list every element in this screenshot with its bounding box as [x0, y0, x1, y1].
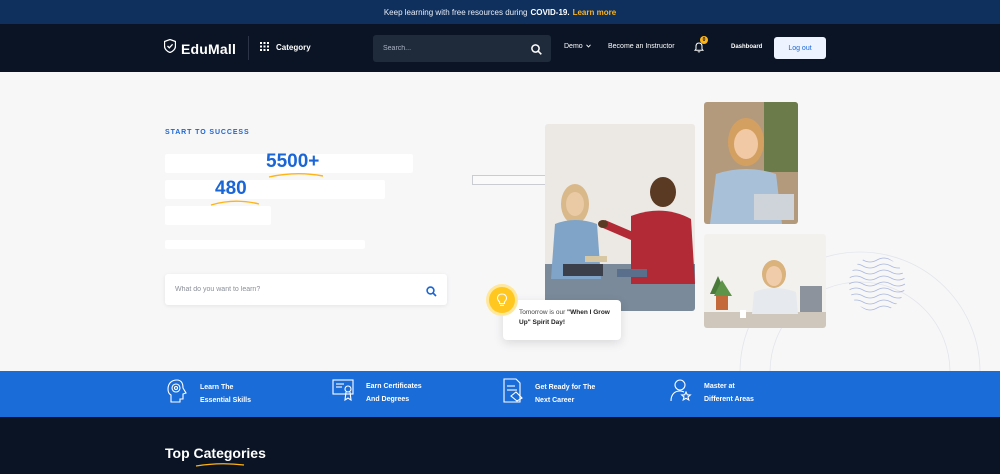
- brain-icon: [166, 378, 188, 409]
- hero-heading-line: [165, 206, 271, 225]
- institutions-stat: 480: [215, 178, 247, 199]
- feature-item: Master at Different Areas: [670, 378, 754, 407]
- become-instructor-link[interactable]: Become an Instructor: [608, 43, 675, 50]
- search-icon[interactable]: [531, 42, 542, 60]
- broken-image: [472, 175, 546, 185]
- header-divider: [248, 36, 249, 60]
- dashboard-link[interactable]: Dashboard: [731, 44, 762, 50]
- wave-pattern-decoration: [849, 257, 905, 311]
- announcement-text: Keep learning with free resources during: [383, 7, 528, 17]
- search-icon[interactable]: [426, 284, 437, 302]
- learn-more-link[interactable]: Learn more: [573, 8, 617, 17]
- certificate-icon: [332, 378, 354, 407]
- hero-heading-line: [165, 180, 385, 199]
- grid-icon: [260, 42, 269, 53]
- feature-item: Learn The Essential Skills: [166, 378, 251, 409]
- students-talking-photo: [545, 124, 695, 311]
- feature-line: Get Ready for The: [535, 383, 596, 391]
- demo-menu[interactable]: Demo: [564, 43, 591, 50]
- feature-line: Master at: [704, 382, 735, 390]
- courses-stat: 5500+: [266, 151, 320, 172]
- bubble-text: Tomorrow is our: [519, 309, 566, 316]
- hero-subtitle: [165, 240, 365, 249]
- feature-line: And Degrees: [366, 395, 410, 403]
- feature-line: Earn Certificates: [366, 382, 422, 390]
- feature-line: Different Areas: [704, 395, 754, 403]
- feature-line: Learn The: [200, 383, 234, 391]
- announcement-bubble: Tomorrow is our "When I Grow Up" Spirit …: [503, 300, 621, 340]
- shield-logo-icon: [163, 38, 177, 58]
- logo[interactable]: EduMall: [163, 38, 237, 58]
- demo-label: Demo: [564, 43, 583, 50]
- lightbulb-icon: [489, 287, 515, 313]
- underline-swoosh: [268, 173, 324, 178]
- feature-item: Get Ready for The Next Career: [501, 378, 595, 409]
- announcement-highlight: COVID-19.: [530, 7, 570, 17]
- category-label: Category: [276, 43, 311, 52]
- woman-studying-photo: [704, 234, 826, 328]
- career-icon: [501, 378, 523, 409]
- underline-swoosh: [195, 463, 245, 467]
- category-menu[interactable]: Category: [260, 42, 311, 53]
- feature-line: Next Career: [535, 396, 575, 404]
- master-icon: [670, 378, 692, 407]
- woman-laptop-photo: [704, 102, 798, 224]
- notification-badge: 0: [700, 36, 708, 44]
- underline-swoosh: [210, 200, 260, 206]
- hero-search-input[interactable]: [175, 286, 405, 293]
- features-strip: Learn The Essential Skills Earn Certific…: [0, 371, 1000, 417]
- hero-search: [165, 274, 447, 305]
- chevron-down-icon: [585, 43, 591, 50]
- site-header: EduMall Category Demo Become an Instruct…: [0, 24, 1000, 72]
- logout-button[interactable]: Log out: [774, 37, 826, 59]
- top-categories-section: Top Categories: [0, 417, 1000, 474]
- header-search-input[interactable]: [383, 45, 523, 52]
- feature-line: Essential Skills: [200, 396, 251, 404]
- hero-section: START TO SUCCESS 5500+ 480 What do you w…: [0, 72, 1000, 371]
- announcement-bar: Keep learning with free resources during…: [0, 0, 1000, 24]
- section-title: Top Categories: [165, 445, 266, 461]
- feature-item: Earn Certificates And Degrees: [332, 378, 422, 407]
- hero-eyebrow: START TO SUCCESS: [165, 129, 250, 136]
- header-search: [373, 35, 551, 62]
- logo-text: EduMall: [181, 40, 237, 57]
- notifications-button[interactable]: 0: [693, 36, 708, 58]
